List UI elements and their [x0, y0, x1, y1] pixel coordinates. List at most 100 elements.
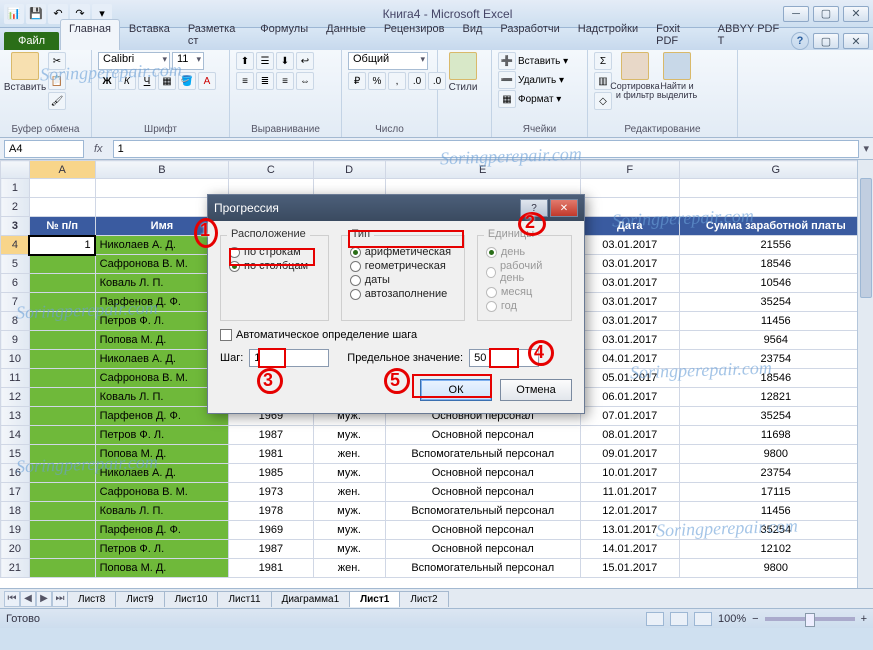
format-cells-button[interactable]: ▦: [498, 90, 516, 108]
cell[interactable]: 09.01.2017: [580, 445, 679, 464]
cell[interactable]: [29, 388, 95, 407]
dialog-titlebar[interactable]: Прогрессия ? ✕: [208, 195, 584, 221]
column-header-E[interactable]: E: [385, 161, 580, 179]
autostep-checkbox[interactable]: Автоматическое определение шага: [220, 329, 572, 341]
radio-by-rows[interactable]: по строкам: [229, 246, 320, 258]
font-color-button[interactable]: A: [198, 72, 216, 90]
row-header[interactable]: 19: [1, 521, 30, 540]
font-size-combo[interactable]: 11: [172, 52, 204, 70]
cell[interactable]: 04.01.2017: [580, 350, 679, 369]
align-bottom-button[interactable]: ⬇: [276, 52, 294, 70]
header-cell[interactable]: Сумма заработной платы: [679, 217, 872, 236]
autosum-button[interactable]: Σ: [594, 52, 612, 70]
radio-autofill[interactable]: автозаполнение: [350, 288, 456, 300]
cell[interactable]: [29, 179, 95, 198]
wrap-text-button[interactable]: ↩: [296, 52, 314, 70]
zoom-level[interactable]: 100%: [718, 613, 746, 625]
row-header[interactable]: 21: [1, 559, 30, 578]
ribbon-tab-10[interactable]: ABBYY PDF T: [709, 19, 790, 50]
cell[interactable]: [29, 350, 95, 369]
cell[interactable]: 11698: [679, 426, 872, 445]
column-header-A[interactable]: A: [29, 161, 95, 179]
cell[interactable]: Основной персонал: [385, 483, 580, 502]
sheet-tab[interactable]: Лист9: [115, 591, 164, 607]
styles-button[interactable]: Стили: [444, 52, 482, 93]
sheet-nav-last[interactable]: ⏭: [52, 591, 68, 607]
cell[interactable]: [580, 179, 679, 198]
cell[interactable]: [29, 255, 95, 274]
cell[interactable]: 03.01.2017: [580, 236, 679, 255]
italic-button[interactable]: К: [118, 72, 136, 90]
step-input[interactable]: [249, 349, 329, 367]
row-header[interactable]: 7: [1, 293, 30, 312]
ribbon-tab-0[interactable]: Главная: [60, 19, 120, 50]
cell[interactable]: 14.01.2017: [580, 540, 679, 559]
sheet-tab[interactable]: Лист10: [164, 591, 219, 607]
cell[interactable]: 03.01.2017: [580, 255, 679, 274]
sheet-nav-next[interactable]: ▶: [36, 591, 52, 607]
align-top-button[interactable]: ⬆: [236, 52, 254, 70]
cell[interactable]: 12.01.2017: [580, 502, 679, 521]
column-header-C[interactable]: C: [229, 161, 313, 179]
sheet-tab[interactable]: Лист2: [399, 591, 448, 607]
ribbon-tab-1[interactable]: Вставка: [120, 19, 179, 50]
row-header[interactable]: 18: [1, 502, 30, 521]
radio-by-columns[interactable]: по столбцам: [229, 260, 320, 272]
maximize-button[interactable]: ▢: [813, 6, 839, 22]
ribbon-tab-7[interactable]: Разработчи: [491, 19, 568, 50]
merge-button[interactable]: ⇔: [296, 72, 314, 90]
cell[interactable]: 03.01.2017: [580, 312, 679, 331]
ribbon-tab-8[interactable]: Надстройки: [569, 19, 647, 50]
row-header[interactable]: 16: [1, 464, 30, 483]
cell[interactable]: Основной персонал: [385, 464, 580, 483]
radio-arithmetic[interactable]: арифметическая: [350, 246, 456, 258]
cell[interactable]: 9800: [679, 445, 872, 464]
cell[interactable]: Вспомогательный персонал: [385, 502, 580, 521]
row-header[interactable]: 10: [1, 350, 30, 369]
ribbon-tab-5[interactable]: Рецензиров: [375, 19, 454, 50]
cell[interactable]: 06.01.2017: [580, 388, 679, 407]
cell[interactable]: 03.01.2017: [580, 274, 679, 293]
expand-formula-icon[interactable]: ▾: [863, 142, 869, 155]
delete-cells-button[interactable]: ➖: [498, 71, 516, 89]
cell[interactable]: муж.: [313, 521, 385, 540]
cell[interactable]: 10.01.2017: [580, 464, 679, 483]
cell[interactable]: муж.: [313, 502, 385, 521]
cell[interactable]: 1987: [229, 426, 313, 445]
comma-button[interactable]: ,: [388, 72, 406, 90]
cell[interactable]: Петров Ф. Л.: [95, 540, 229, 559]
bold-button[interactable]: Ж: [98, 72, 116, 90]
cell[interactable]: Основной персонал: [385, 521, 580, 540]
underline-button[interactable]: Ч: [138, 72, 156, 90]
ok-button[interactable]: ОК: [420, 379, 492, 401]
cell[interactable]: 23754: [679, 350, 872, 369]
cell[interactable]: 1985: [229, 464, 313, 483]
cell[interactable]: 13.01.2017: [580, 521, 679, 540]
cell[interactable]: муж.: [313, 426, 385, 445]
fill-button[interactable]: ▥: [594, 72, 612, 90]
cell[interactable]: 11456: [679, 312, 872, 331]
cell[interactable]: жен.: [313, 445, 385, 464]
cancel-button[interactable]: Отмена: [500, 379, 572, 401]
file-tab[interactable]: Файл: [4, 32, 59, 50]
row-header[interactable]: 20: [1, 540, 30, 559]
format-painter-button[interactable]: 🖌: [48, 92, 66, 110]
cell[interactable]: Попова М. Д.: [95, 445, 229, 464]
radio-geometric[interactable]: геометрическая: [350, 260, 456, 272]
vertical-scrollbar[interactable]: [857, 160, 873, 588]
cell[interactable]: 1978: [229, 502, 313, 521]
help-icon[interactable]: ?: [791, 32, 809, 50]
cut-button[interactable]: ✂: [48, 52, 66, 70]
cell[interactable]: Основной персонал: [385, 540, 580, 559]
cell[interactable]: 03.01.2017: [580, 293, 679, 312]
cell[interactable]: 11456: [679, 502, 872, 521]
cell[interactable]: 10546: [679, 274, 872, 293]
cell[interactable]: [29, 464, 95, 483]
sort-filter-button[interactable]: Сортировка и фильтр: [616, 52, 654, 100]
cell[interactable]: [29, 407, 95, 426]
cell[interactable]: 18546: [679, 255, 872, 274]
close-window-button[interactable]: ✕: [843, 6, 869, 22]
column-header-D[interactable]: D: [313, 161, 385, 179]
cell[interactable]: [29, 331, 95, 350]
align-middle-button[interactable]: ☰: [256, 52, 274, 70]
